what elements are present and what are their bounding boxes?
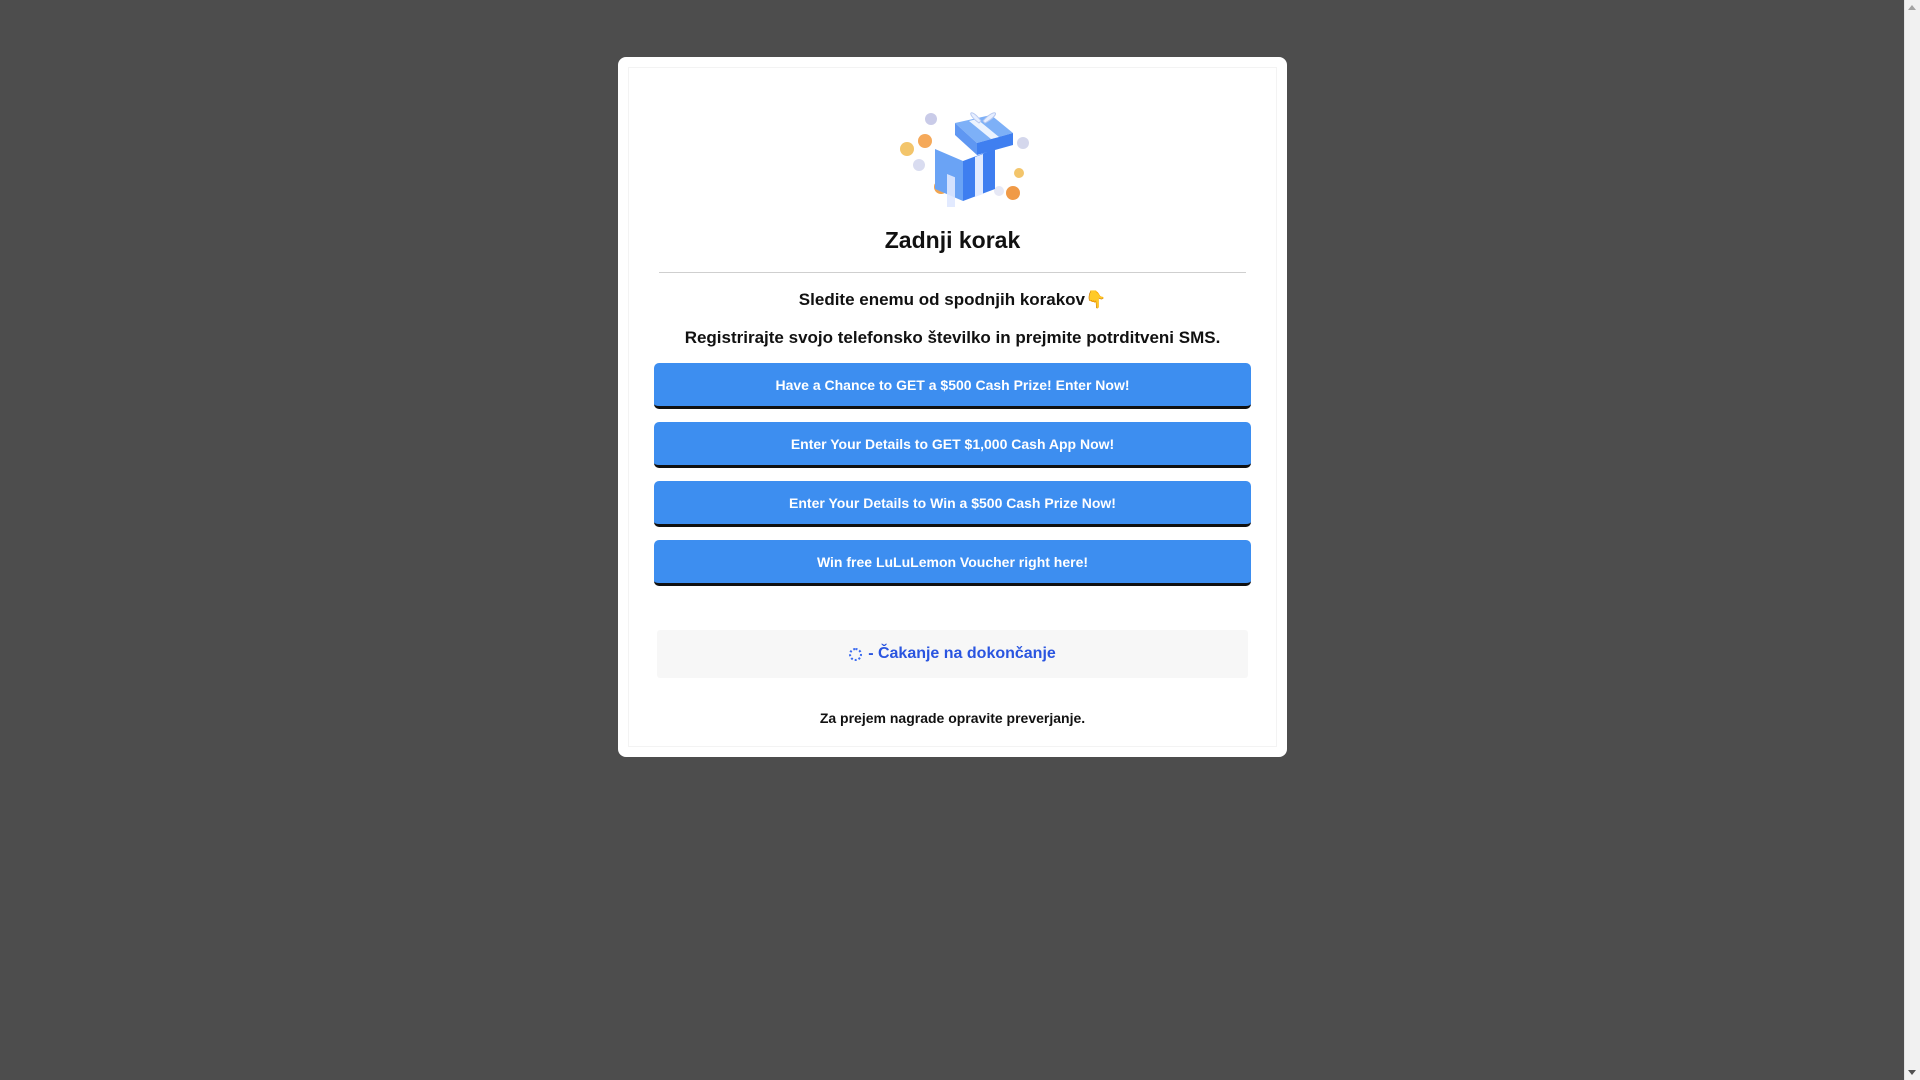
offer-button-cash-app-1000[interactable]: Enter Your Details to GET $1,000 Cash Ap…	[654, 422, 1251, 468]
page-title: Zadnji korak	[884, 227, 1021, 253]
verification-modal: Zadnji korak Sledite enemu od spodnjih k…	[618, 57, 1287, 757]
subtitle: Sledite enemu od spodnjih korakov👇	[798, 290, 1107, 309]
offer-button-cash-prize-500-win[interactable]: Enter Your Details to Win a $500 Cash Pr…	[654, 481, 1251, 527]
page-backdrop: Zadnji korak Sledite enemu od spodnjih k…	[0, 0, 1904, 1080]
status-text: - Čakanje na dokončanje	[868, 645, 1056, 662]
offer-button-lululemon-voucher[interactable]: Win free LuLuLemon Voucher right here!	[654, 540, 1251, 586]
gift-box-with-coins-icon	[900, 112, 1029, 207]
vertical-scrollbar[interactable]	[1904, 0, 1920, 1080]
offer-button-cash-prize-500-chance[interactable]: Have a Chance to GET a $500 Cash Prize! …	[654, 363, 1251, 409]
loading-spinner-icon	[849, 647, 863, 661]
instruction-text: Registrirajte svojo telefonsko številko …	[684, 328, 1221, 347]
title-divider	[659, 272, 1246, 273]
offer-list: Have a Chance to GET a $500 Cash Prize! …	[654, 363, 1251, 599]
completion-status: - Čakanje na dokončanje	[657, 630, 1248, 678]
scroll-up-arrow-icon[interactable]	[1908, 5, 1916, 10]
footer-note: Za prejem nagrade opravite preverjanje.	[819, 710, 1086, 726]
scroll-down-arrow-icon[interactable]	[1908, 1070, 1916, 1075]
modal-content: Zadnji korak Sledite enemu od spodnjih k…	[628, 67, 1277, 747]
